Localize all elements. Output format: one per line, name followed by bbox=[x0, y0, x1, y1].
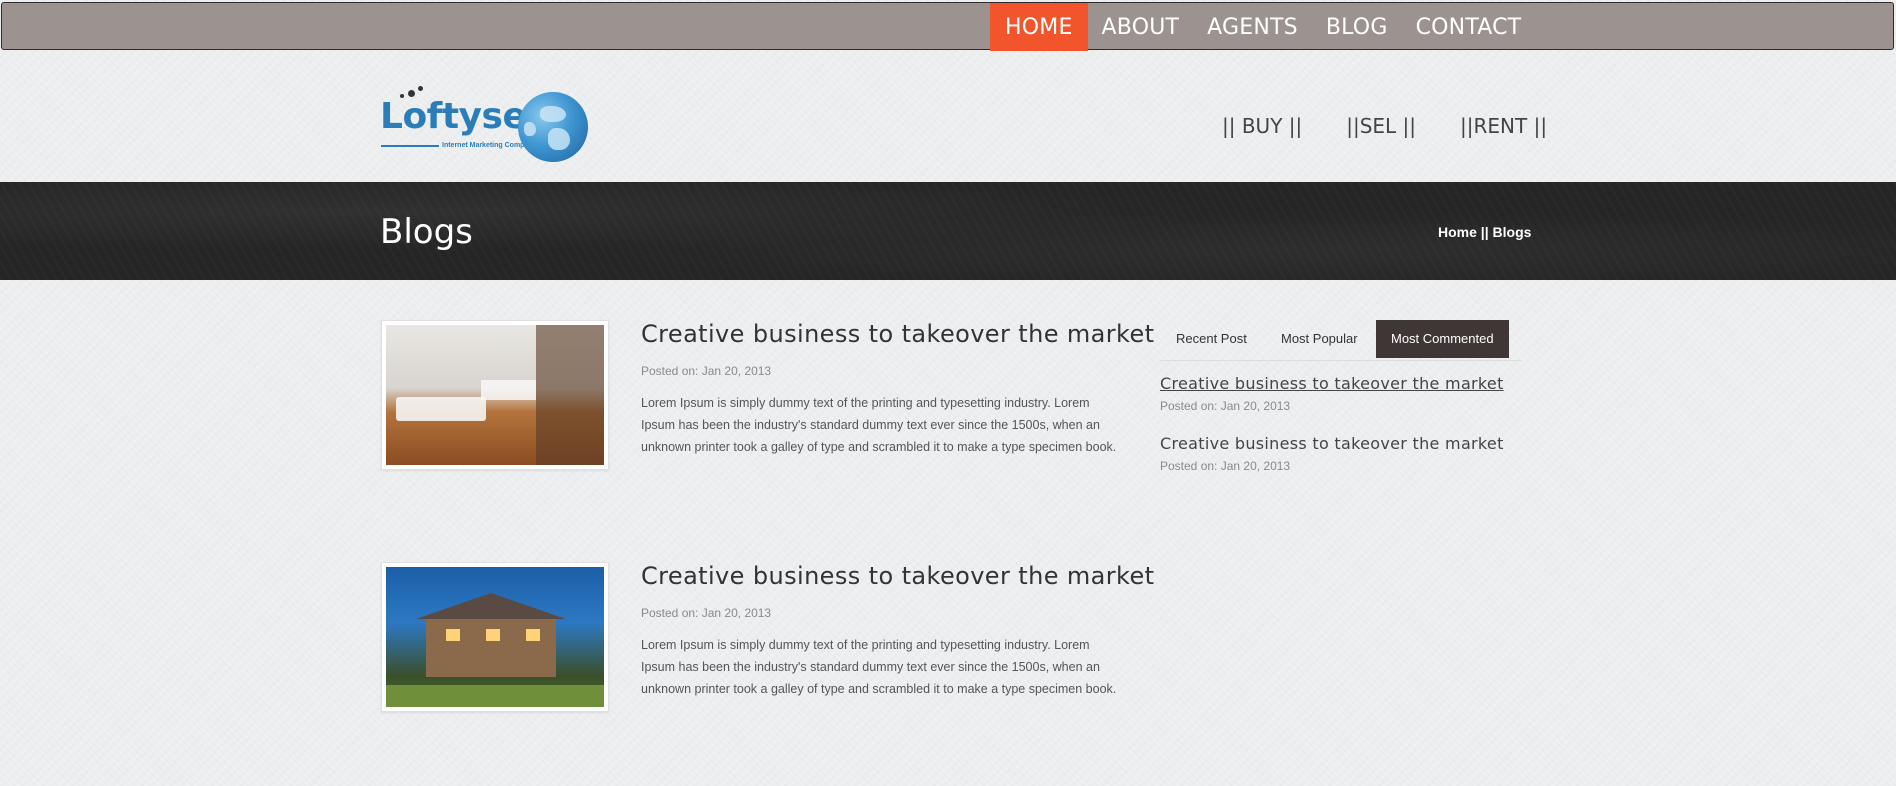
top-navigation-bar: HOME ABOUT AGENTS BLOG CONTACT bbox=[1, 2, 1894, 51]
nav-blog[interactable]: BLOG bbox=[1312, 3, 1402, 51]
breadcrumb: Home || Blogs bbox=[1438, 224, 1531, 240]
breadcrumb-home[interactable]: Home bbox=[1438, 224, 1477, 240]
logo-underline bbox=[381, 145, 439, 147]
post-date: Posted on: Jan 20, 2013 bbox=[641, 606, 772, 620]
post-excerpt: Lorem Ipsum is simply dummy text of the … bbox=[641, 396, 1117, 454]
breadcrumb-separator: || bbox=[1476, 224, 1493, 240]
post-date: Posted on: Jan 20, 2013 bbox=[641, 364, 772, 378]
main-nav: HOME ABOUT AGENTS BLOG CONTACT bbox=[990, 3, 1535, 51]
sidebar-post: Creative business to takeover the market… bbox=[1160, 374, 1530, 413]
interior-photo bbox=[386, 325, 604, 465]
page-title: Blogs bbox=[380, 212, 473, 252]
sidebar-post: Creative business to takeover the market… bbox=[1160, 434, 1530, 473]
tab-recent-post[interactable]: Recent Post bbox=[1176, 320, 1247, 358]
tab-most-commented[interactable]: Most Commented bbox=[1376, 320, 1509, 358]
nav-about[interactable]: ABOUT bbox=[1088, 3, 1194, 51]
post-title[interactable]: Creative business to takeover the market bbox=[641, 320, 1154, 348]
nav-rent[interactable]: ||RENT || bbox=[1460, 114, 1547, 138]
breadcrumb-current[interactable]: Blogs bbox=[1493, 224, 1532, 240]
property-nav: || BUY || ||SEL || ||RENT || bbox=[1222, 114, 1547, 138]
globe-icon bbox=[518, 92, 588, 162]
nav-buy[interactable]: || BUY || bbox=[1222, 114, 1302, 138]
nav-contact[interactable]: CONTACT bbox=[1402, 3, 1536, 51]
page-title-bar: Blogs Home || Blogs bbox=[0, 182, 1896, 280]
sidebar-post-date: Posted on: Jan 20, 2013 bbox=[1160, 459, 1291, 473]
post-excerpt: Lorem Ipsum is simply dummy text of the … bbox=[641, 638, 1117, 696]
blog-post: Creative business to takeover the market… bbox=[381, 562, 1154, 712]
house-photo bbox=[386, 567, 604, 707]
blog-post: Creative business to takeover the market… bbox=[381, 320, 1154, 470]
sidebar-post-title[interactable]: Creative business to takeover the market bbox=[1160, 434, 1530, 453]
post-thumbnail[interactable] bbox=[381, 320, 609, 470]
nav-sell[interactable]: ||SEL || bbox=[1346, 114, 1416, 138]
sidebar-post-title[interactable]: Creative business to takeover the market bbox=[1160, 374, 1530, 393]
site-logo[interactable]: Loftyserp Internet Marketing Company bbox=[378, 86, 590, 166]
tab-most-popular[interactable]: Most Popular bbox=[1281, 320, 1358, 358]
nav-agents[interactable]: AGENTS bbox=[1193, 3, 1312, 51]
sidebar-tabs: Recent Post Most Popular Most Commented bbox=[1160, 320, 1522, 361]
post-thumbnail[interactable] bbox=[381, 562, 609, 712]
post-title[interactable]: Creative business to takeover the market bbox=[641, 562, 1154, 590]
sidebar-post-date: Posted on: Jan 20, 2013 bbox=[1160, 399, 1291, 413]
nav-home[interactable]: HOME bbox=[990, 3, 1088, 51]
